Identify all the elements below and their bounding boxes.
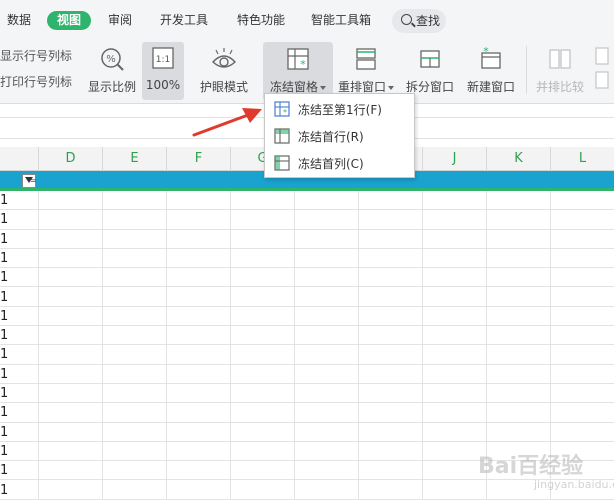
search-label: 查找 — [416, 14, 441, 28]
freeze-first-row-icon — [274, 128, 290, 144]
print-row-col-headers-option[interactable]: 打印行号列标 — [0, 73, 72, 90]
rearrange-windows-button[interactable]: 重排窗口 — [336, 42, 396, 100]
chevron-down-icon — [388, 85, 394, 90]
cell-value[interactable]: 1 — [0, 481, 8, 500]
search-icon — [401, 14, 412, 25]
filter-icon[interactable] — [22, 174, 37, 188]
menu-item-freeze-first-row[interactable]: 冻结首行(R) — [265, 123, 414, 149]
table-row: 1 — [0, 268, 614, 288]
new-window-icon: * — [481, 46, 501, 69]
freeze-panes-menu: * 冻结至第1行(F) 冻结首行(R) 冻结首列(C) — [264, 93, 415, 178]
eye-protect-button[interactable]: 护眼模式 — [196, 42, 252, 100]
table-row: 1 — [0, 191, 614, 211]
tab-smart-toolbox[interactable]: 智能工具箱 — [311, 10, 371, 30]
rearrange-windows-icon — [356, 48, 376, 70]
watermark-subtext: jingyan.baidu.com — [534, 478, 614, 491]
watermark: Bai百经验 jingyan.baidu.com — [474, 440, 614, 500]
cell-value[interactable]: 1 — [0, 210, 8, 229]
svg-text:*: * — [483, 46, 489, 58]
table-row: 1 — [0, 249, 614, 269]
table-row: 1 — [0, 288, 614, 307]
side-by-side-button[interactable]: 并排比较 — [532, 42, 588, 100]
table-row: 1 — [0, 345, 614, 365]
zoom-100-label: 100% — [145, 78, 181, 92]
cell-value[interactable]: 1 — [0, 268, 8, 287]
side-by-side-icon — [549, 49, 571, 69]
table-row: 1 — [0, 326, 614, 346]
cell-value[interactable]: 1 — [0, 288, 8, 307]
table-row: 1 — [0, 365, 614, 384]
cell-value[interactable]: 1 — [0, 230, 8, 249]
menu-item-freeze-to-row-1[interactable]: * 冻结至第1行(F) — [265, 96, 414, 122]
display-ratio-button[interactable]: % 显示比例 — [84, 42, 140, 100]
cell-value[interactable]: 1 — [0, 403, 8, 422]
column-header-e[interactable]: E — [102, 147, 166, 171]
tab-developer-tools[interactable]: 开发工具 — [160, 10, 208, 30]
freeze-first-column-icon — [274, 155, 290, 171]
cell-value[interactable]: 1 — [0, 307, 8, 326]
cell-value[interactable]: 1 — [0, 249, 8, 268]
freeze-panes-button[interactable]: * 冻结窗格 — [263, 42, 333, 100]
tab-special-features[interactable]: 特色功能 — [237, 10, 285, 30]
freeze-first-row-label: 冻结首行(R) — [298, 130, 364, 144]
table-row: 1 — [0, 403, 614, 423]
table-row: 1 — [0, 210, 614, 230]
tab-review[interactable]: 审阅 — [108, 10, 132, 30]
menu-bar: 数据 视图 审阅 开发工具 特色功能 智能工具箱 查找 — [0, 0, 614, 38]
new-window-button[interactable]: * 新建窗口 — [462, 42, 520, 100]
new-window-label: 新建窗口 — [466, 80, 515, 94]
freeze-panes-icon: * — [287, 48, 309, 71]
svg-text:%: % — [106, 54, 116, 65]
column-header-l[interactable]: L — [550, 147, 614, 171]
tab-view[interactable]: 视图 — [47, 11, 92, 30]
toolbar-divider — [526, 46, 527, 94]
column-header-j[interactable]: J — [422, 147, 486, 171]
cell-value[interactable]: 1 — [0, 326, 8, 345]
eye-protect-label: 护眼模式 — [199, 80, 248, 94]
tab-data[interactable]: 数据 — [7, 10, 31, 30]
svg-text:*: * — [283, 108, 287, 117]
column-header-f[interactable]: F — [166, 147, 230, 171]
zoom-100-button[interactable]: 1:1 100% — [142, 42, 184, 100]
cell-value[interactable]: 1 — [0, 461, 8, 480]
search-button[interactable]: 查找 — [392, 9, 446, 33]
table-row: 1 — [0, 307, 614, 327]
freeze-to-row-1-label: 冻结至第1行(F) — [298, 103, 382, 117]
svg-text:1:1: 1:1 — [156, 55, 170, 65]
column-header-k[interactable]: K — [486, 147, 550, 171]
one-to-one-icon: 1:1 — [152, 47, 174, 69]
cell-value[interactable]: 1 — [0, 191, 8, 210]
table-row: 1 — [0, 423, 614, 442]
display-ratio-label: 显示比例 — [87, 80, 136, 94]
split-window-button[interactable]: 拆分窗口 — [402, 42, 458, 100]
cell-value[interactable]: 1 — [0, 365, 8, 384]
table-row: 1 — [0, 230, 614, 249]
side-by-side-label: 并排比较 — [535, 80, 584, 94]
column-header-d[interactable]: D — [38, 147, 102, 171]
split-window-icon — [420, 50, 440, 68]
menu-item-freeze-first-column[interactable]: 冻结首列(C) — [265, 150, 414, 176]
show-row-col-headers-option[interactable]: 显示行号列标 — [0, 47, 72, 64]
freeze-first-column-label: 冻结首列(C) — [298, 157, 364, 171]
table-row: 1 — [0, 384, 614, 404]
annotation-arrow-icon — [192, 108, 262, 137]
watermark-text: Bai百经验 — [478, 454, 584, 479]
svg-text:*: * — [300, 58, 306, 71]
freeze-to-row-icon: * — [274, 101, 290, 117]
zoom-percent-icon: % — [101, 48, 124, 71]
chevron-down-icon — [320, 85, 326, 90]
sync-scroll-icon[interactable] — [594, 46, 612, 92]
cell-value[interactable]: 1 — [0, 345, 8, 364]
cell-value[interactable]: 1 — [0, 442, 8, 461]
cell-value[interactable]: 1 — [0, 384, 8, 403]
cell-value[interactable]: 1 — [0, 423, 8, 442]
eye-icon — [212, 48, 236, 68]
